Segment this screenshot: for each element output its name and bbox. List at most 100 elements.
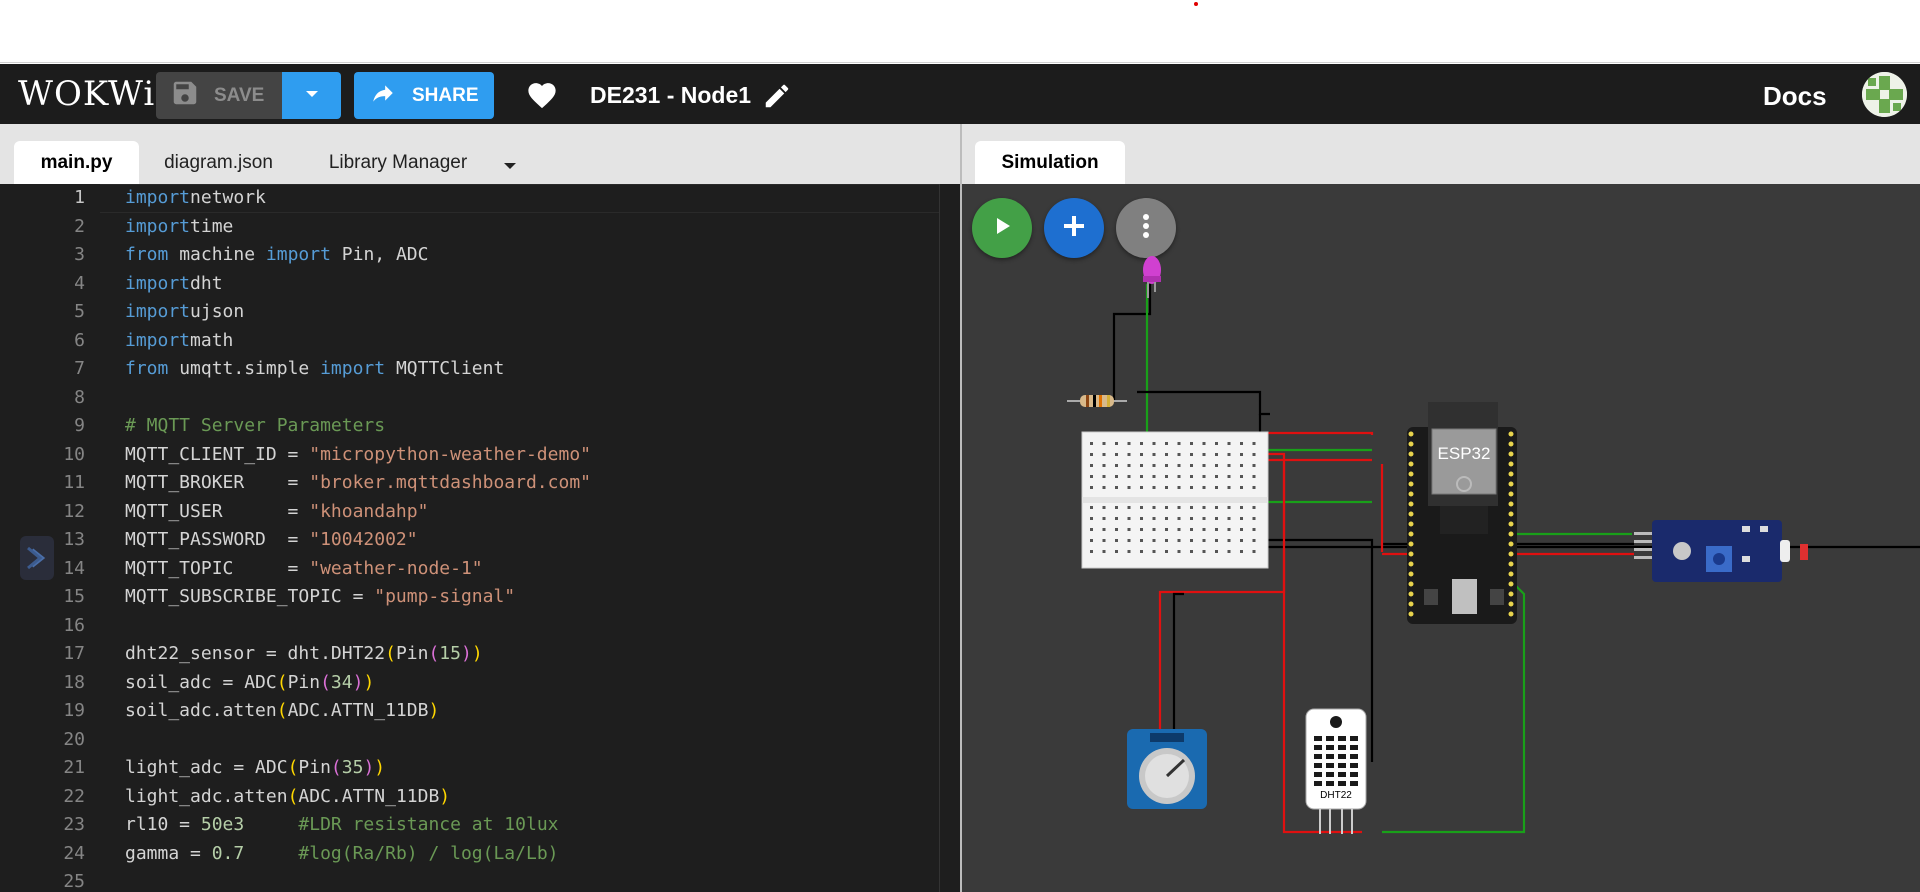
code-line[interactable]: 24 gamma = 0.7 #log(Ra/Rb) / log(La/Lb)	[0, 840, 960, 869]
code-line[interactable]: 5 importujson	[0, 298, 960, 327]
dht22-grille-slot	[1338, 754, 1346, 759]
breadboard-hole	[1177, 442, 1181, 445]
code-line[interactable]: 11 MQTT_BROKER = "broker.mqttdashboard.co…	[0, 469, 960, 498]
code-line[interactable]: 9 # MQTT Server Parameters	[0, 412, 960, 441]
simulation-canvas[interactable]: ESP32 DHT22	[962, 184, 1920, 892]
code-line[interactable]: 12 MQTT_USER = "khoandahp"	[0, 498, 960, 527]
code-token: import	[125, 215, 191, 237]
breadboard-hole	[1252, 486, 1256, 489]
code-line[interactable]: 6 importmath	[0, 327, 960, 356]
code-line[interactable]: 8	[0, 384, 960, 413]
line-number: 20	[63, 728, 85, 750]
save-dropdown-button[interactable]	[282, 72, 341, 119]
code-text: rl10 = 50e3 #LDR resistance at 10lux	[125, 811, 559, 840]
code-line[interactable]: 20	[0, 726, 960, 755]
code-line[interactable]: 21 light_adc = ADC(Pin(35))	[0, 754, 960, 783]
breadboard-hole	[1102, 550, 1106, 553]
light-sensor-component[interactable]	[1634, 520, 1808, 582]
dht22-component[interactable]: DHT22	[1305, 708, 1367, 834]
line-number: 22	[63, 785, 85, 807]
breadboard-hole	[1102, 464, 1106, 467]
project-name[interactable]: DE231 - Node1	[590, 82, 751, 109]
breadboard-hole	[1215, 528, 1218, 531]
line-number: 4	[74, 272, 85, 294]
breadboard-hole	[1090, 486, 1093, 489]
code-editor[interactable]: 1 importnetwork 2 importtime 3 from machine i…	[0, 184, 960, 892]
esp32-pin	[1408, 571, 1414, 577]
code-line[interactable]: 3 from machine import Pin, ADC	[0, 241, 960, 270]
code-line[interactable]: 7 from umqtt.simple import MQTTClient	[0, 355, 960, 384]
black-wire-pot	[1172, 592, 1184, 732]
line-number: 18	[63, 671, 85, 693]
tab-library-manager[interactable]: Library Manager	[308, 141, 488, 184]
code-text: importmath	[125, 327, 233, 356]
code-line[interactable]: 2 importtime	[0, 213, 960, 242]
side-panel-handle[interactable]	[20, 536, 54, 580]
tab-label: Library Manager	[328, 151, 468, 173]
breadboard-component[interactable]	[1081, 431, 1269, 569]
potentiometer-component[interactable]	[1127, 729, 1207, 809]
red-wire-1	[1268, 431, 1374, 435]
breadboard-hole	[1140, 517, 1143, 520]
save-icon	[170, 78, 200, 114]
breadboard-hole	[1190, 453, 1193, 456]
code-text: # MQTT Server Parameters	[125, 412, 385, 441]
code-text: importnetwork	[125, 184, 266, 213]
wokwi-logo[interactable]: WOKWi	[18, 74, 155, 114]
breadboard-hole	[1227, 464, 1231, 467]
heart-icon[interactable]	[525, 79, 559, 114]
led-component[interactable]	[1143, 256, 1161, 298]
esp32-component[interactable]: ESP32	[1407, 402, 1517, 624]
code-line[interactable]: 10 MQTT_CLIENT_ID = "micropython-weather-…	[0, 441, 960, 470]
esp32-pin	[1408, 491, 1414, 497]
code-line[interactable]: 23 rl10 = 50e3 #LDR resistance at 10lux	[0, 811, 960, 840]
dht22-grille-slot	[1338, 763, 1346, 768]
code-line[interactable]: 18 soil_adc = ADC(Pin(34))	[0, 669, 960, 698]
code-text: MQTT_USER = "khoandahp"	[125, 498, 428, 527]
tab-simulation[interactable]: Simulation	[975, 141, 1125, 184]
code-line[interactable]: 22 light_adc.atten(ADC.ATTN_11DB)	[0, 783, 960, 812]
code-line[interactable]: 17 dht22_sensor = dht.DHT22(Pin(15))	[0, 640, 960, 669]
breadboard-hole	[1165, 475, 1168, 478]
breadboard-hole	[1090, 464, 1093, 467]
save-button[interactable]: SAVE	[156, 72, 282, 119]
breadboard-hole	[1152, 453, 1156, 456]
tab-main-py[interactable]: main.py	[14, 141, 139, 184]
line-number: 19	[63, 700, 85, 721]
breadboard-hole	[1140, 528, 1143, 531]
breadboard-hole	[1240, 539, 1243, 542]
code-line[interactable]: 13 MQTT_PASSWORD = "10042002"	[0, 526, 960, 555]
pencil-icon[interactable]	[762, 81, 792, 116]
tabs-menu-caret-icon[interactable]	[502, 158, 518, 176]
breadboard-hole	[1227, 486, 1231, 489]
code-line[interactable]: 14 MQTT_TOPIC = "weather-node-1"	[0, 555, 960, 584]
breadboard-hole	[1102, 506, 1106, 509]
tab-diagram-json[interactable]: diagram.json	[146, 141, 291, 184]
code-line[interactable]: 19 soil_adc.atten(ADC.ATTN_11DB)	[0, 697, 960, 726]
code-line[interactable]: 1 importnetwork	[0, 184, 960, 213]
avatar[interactable]	[1862, 72, 1907, 117]
line-number: 23	[63, 814, 85, 835]
code-token: MQTT_SUBSCRIBE_TOPIC =	[125, 586, 375, 607]
breadboard-hole	[1127, 453, 1131, 456]
code-line[interactable]: 4 importdht	[0, 270, 960, 299]
code-token: MQTT_CLIENT_ID =	[125, 443, 310, 465]
resistor-component[interactable]	[1067, 395, 1127, 407]
code-line[interactable]: 16	[0, 612, 960, 641]
breadboard-hole	[1240, 486, 1243, 489]
breadboard-hole	[1240, 453, 1243, 456]
code-token: #log(Ra/Rb) / log(La/Lb)	[298, 842, 559, 864]
code-text: MQTT_PASSWORD = "10042002"	[125, 526, 418, 555]
code-line[interactable]: 25	[0, 868, 960, 892]
circuit-diagram: ESP32 DHT22	[1067, 256, 1920, 834]
breadboard-hole	[1240, 442, 1243, 445]
code-token: from	[125, 244, 169, 265]
dht22-grille-slot	[1314, 745, 1322, 750]
share-button[interactable]: SHARE	[354, 72, 494, 119]
breadboard-hole	[1127, 550, 1131, 553]
dropdown-caret-icon	[303, 87, 321, 105]
simulation-tab-bar: Simulation	[962, 124, 1920, 184]
code-line[interactable]: 15 MQTT_SUBSCRIBE_TOPIC = "pump-signal"	[0, 583, 960, 612]
docs-link[interactable]: Docs	[1763, 81, 1827, 112]
